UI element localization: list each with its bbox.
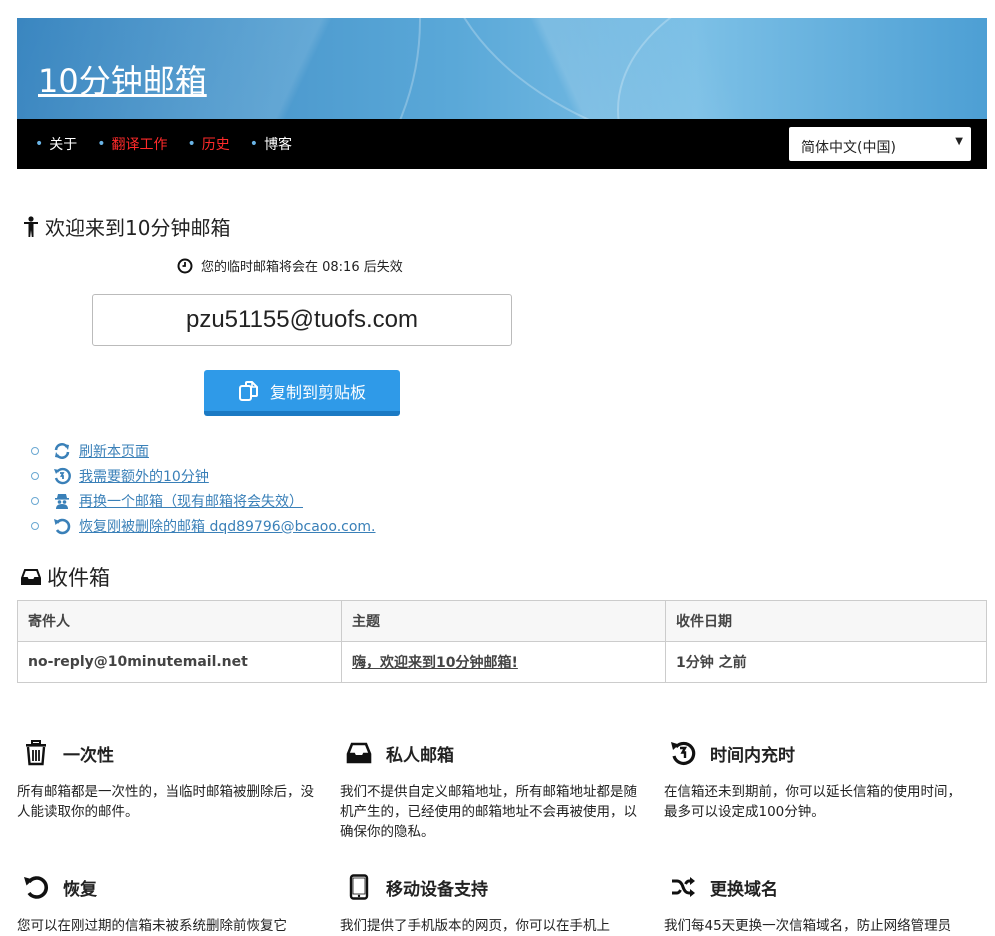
inbox-table: 寄件人 主题 收件日期 no-reply@10minutemail.net 嗨，…	[17, 600, 987, 683]
nav-item-translate[interactable]: • 翻译工作	[97, 134, 167, 154]
feature-extend-time: 时间内充时 在信箱还未到期前，你可以延长信箱的使用时间，最多可以设定成100分钟…	[664, 738, 964, 822]
inbox-icon	[346, 742, 372, 764]
refresh-icon	[54, 442, 70, 459]
nav-item-label: 翻译工作	[111, 137, 168, 153]
action-recover: 恢复刚被删除的邮箱 dqd89796@bcaoo.com.	[31, 513, 376, 538]
mail-subject-cell: 嗨，欢迎来到10分钟邮箱!	[341, 641, 666, 683]
column-header-date: 收件日期	[665, 600, 987, 642]
inbox-heading: 收件箱	[21, 562, 110, 592]
feature-description: 在信箱还未到期前，你可以延长信箱的使用时间，最多可以设定成100分钟。	[664, 784, 961, 820]
site-title-link[interactable]: 10分钟邮箱	[38, 56, 207, 102]
expire-notice: 您的临时邮箱将会在 08:16 后失效	[177, 256, 403, 275]
undo-icon	[24, 876, 48, 899]
nav-menu: • 关于 • 翻译工作 • 历史 • 博客	[17, 134, 312, 154]
feature-title: 时间内充时	[710, 745, 795, 766]
column-header-from: 寄件人	[17, 600, 342, 642]
feature-description: 我们提供了手机版本的网页，你可以在手机上	[340, 918, 610, 934]
nav-item-label: 博客	[264, 137, 293, 153]
language-select-value: 简体中文(中国)	[801, 140, 896, 156]
action-links: 刷新本页面 我需要额外的10分钟 再换一个邮箱（现有邮箱将会失效） 恢复刚被删除…	[31, 438, 376, 538]
person-icon	[24, 215, 38, 237]
clock-icon	[671, 741, 696, 766]
mail-date: 1分钟 之前	[665, 641, 987, 683]
inbox-icon	[21, 569, 41, 585]
trash-icon	[26, 740, 46, 766]
shuffle-icon	[672, 877, 695, 897]
column-header-subject: 主题	[341, 600, 666, 642]
feature-title: 更换域名	[710, 879, 778, 900]
copy-button-label: 复制到剪贴板	[269, 382, 366, 402]
feature-private-mailbox: 私人邮箱 我们不提供自定义邮箱地址，所有邮箱地址都是随机产生的，已经使用的邮箱地…	[340, 738, 640, 842]
feature-mobile: 移动设备支持 我们提供了手机版本的网页，你可以在手机上	[340, 872, 640, 936]
nav-item-history[interactable]: • 历史	[188, 134, 230, 154]
mail-from: no-reply@10minutemail.net	[17, 641, 342, 683]
welcome-heading: 欢迎来到10分钟邮箱	[23, 212, 230, 241]
feature-title: 私人邮箱	[386, 745, 454, 766]
table-header-row: 寄件人 主题 收件日期	[17, 600, 987, 642]
feature-disposable: 一次性 所有邮箱都是一次性的，当临时邮箱被删除后，没人能读取你的邮件。	[17, 738, 317, 822]
header-banner: 10分钟邮箱	[17, 18, 987, 119]
page: 10分钟邮箱 • 关于 • 翻译工作 • 历史 • 博客 简体中文(中国) ▼ 欢迎来到…	[17, 18, 987, 934]
action-refresh: 刷新本页面	[31, 438, 376, 463]
nav-item-blog[interactable]: • 博客	[250, 134, 292, 154]
clock-icon	[177, 258, 193, 273]
nav-item-about[interactable]: • 关于	[35, 134, 77, 154]
feature-recover: 恢复 您可以在刚过期的信箱未被系统删除前恢复它	[17, 872, 317, 936]
email-address-field[interactable]: pzu51155@tuofs.com	[92, 294, 512, 346]
extend-time-link[interactable]: 我需要额外的10分钟	[79, 466, 209, 486]
feature-title: 恢复	[63, 879, 97, 900]
copy-icon	[238, 380, 258, 401]
feature-title: 移动设备支持	[386, 879, 488, 900]
recover-mailbox-link[interactable]: 恢复刚被删除的邮箱 dqd89796@bcaoo.com.	[79, 516, 376, 536]
nav-bar: • 关于 • 翻译工作 • 历史 • 博客 简体中文(中国) ▼	[17, 119, 987, 169]
feature-description: 您可以在刚过期的信箱未被系统删除前恢复它	[17, 918, 287, 934]
undo-icon	[54, 518, 71, 534]
nav-item-label: 关于	[49, 137, 78, 153]
new-mailbox-link[interactable]: 再换一个邮箱（现有邮箱将会失效）	[79, 491, 303, 511]
feature-change-domain: 更换域名 我们每45天更换一次信箱域名，防止网络管理员	[664, 872, 964, 936]
feature-description: 我们每45天更换一次信箱域名，防止网络管理员	[664, 918, 952, 934]
expire-text: 您的临时邮箱将会在 08:16 后失效	[201, 260, 403, 275]
nav-item-label: 历史	[201, 137, 230, 153]
welcome-text: 欢迎来到10分钟邮箱	[45, 216, 231, 240]
mobile-icon	[349, 874, 369, 900]
feature-description: 所有邮箱都是一次性的，当临时邮箱被删除后，没人能读取你的邮件。	[17, 784, 314, 820]
action-new-mailbox: 再换一个邮箱（现有邮箱将会失效）	[31, 488, 376, 513]
language-select[interactable]: 简体中文(中国) ▼	[789, 127, 971, 161]
feature-title: 一次性	[63, 745, 114, 766]
feature-description: 我们不提供自定义邮箱地址，所有邮箱地址都是随机产生的，已经使用的邮箱地址不会再被…	[340, 784, 637, 840]
refresh-page-link[interactable]: 刷新本页面	[79, 441, 149, 461]
table-row[interactable]: no-reply@10minutemail.net 嗨，欢迎来到10分钟邮箱! …	[17, 641, 987, 683]
inbox-title-text: 收件箱	[47, 566, 110, 590]
mail-subject-link[interactable]: 嗨，欢迎来到10分钟邮箱!	[352, 655, 518, 671]
spy-icon	[55, 493, 69, 509]
history-plus-icon	[54, 467, 71, 484]
caret-down-icon: ▼	[955, 136, 963, 147]
copy-to-clipboard-button[interactable]: 复制到剪贴板	[204, 370, 400, 416]
action-extend: 我需要额外的10分钟	[31, 463, 376, 488]
